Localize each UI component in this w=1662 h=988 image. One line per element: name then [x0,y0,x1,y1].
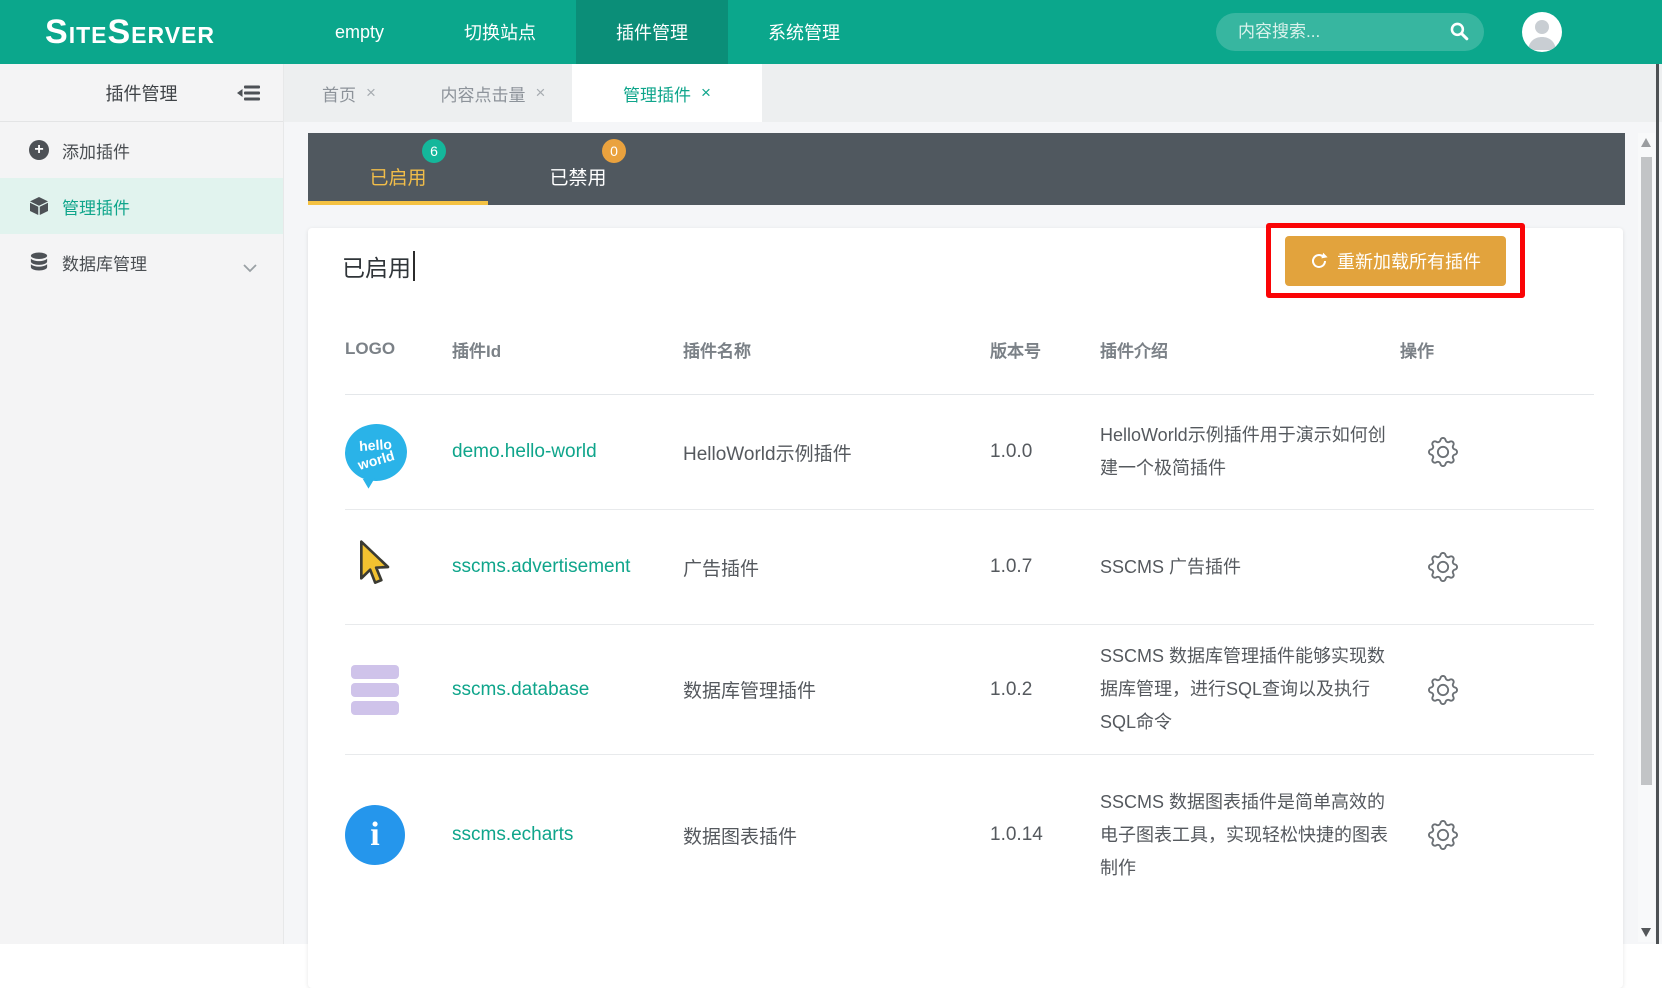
panel-title: 已启用 [342,249,415,283]
topbar: SITESERVER empty 切换站点 插件管理 系统管理 [0,0,1662,64]
chevron-down-icon[interactable] [243,258,257,278]
plugin-id-link[interactable]: sscms.advertisement [452,556,630,577]
plugin-state-tabs: 已启用 6 已禁用 0 [308,133,1625,205]
top-nav: empty 切换站点 插件管理 系统管理 [295,0,880,64]
disabled-count-badge: 0 [602,139,626,163]
plugin-id-link[interactable]: sscms.database [452,679,589,700]
content-area: 已启用 6 已禁用 0 已启用 [284,133,1662,955]
stacked-bars-logo [351,665,399,715]
scroll-down-arrow-icon[interactable] [1641,928,1651,937]
sidebar-item-database-management[interactable]: 数据库管理 [0,234,283,290]
plugin-name: HelloWorld示例插件 [683,439,990,466]
sidebar-item-add-plugin[interactable]: + 添加插件 [0,122,283,178]
col-header-version: 版本号 [990,337,1100,362]
plugin-version: 1.0.0 [990,441,1100,463]
tab-disabled[interactable]: 已禁用 0 [488,133,668,205]
page-tabbar: 首页 × 内容点击量 × 管理插件 × [284,64,1662,122]
scrollbar-thumb[interactable] [1641,157,1652,785]
plus-circle-icon: + [28,140,50,160]
info-circle-logo: i [345,805,405,865]
close-icon[interactable]: × [701,83,711,103]
plugin-description: SSCMS 数据图表插件是简单高效的电子图表工具，实现轻松快捷的图表制作 [1100,786,1400,885]
tab-content-clicks[interactable]: 内容点击量 × [414,64,572,122]
enabled-count-badge: 6 [422,139,446,163]
red-annotation-box: 重新加载所有插件 [1266,223,1525,298]
sidebar-title: 插件管理 [106,80,178,106]
col-header-logo: LOGO [345,339,452,359]
siteserver-logo: SITESERVER [45,15,215,49]
col-header-plugin-name: 插件名称 [683,337,990,362]
scroll-up-arrow-icon[interactable] [1641,138,1651,147]
active-tab-underline [308,201,488,205]
table-row: sscms.advertisement 广告插件 1.0.7 SSCMS 广告插… [345,510,1594,625]
col-header-plugin-id: 插件Id [452,337,683,362]
plugin-id-link[interactable]: demo.hello-world [452,441,597,462]
gear-icon[interactable] [1428,675,1458,705]
enabled-plugins-card: 已启用 重新加载所有插件 LOGO 插件Id 插件名称 [308,228,1623,988]
tab-enabled[interactable]: 已启用 6 [308,133,488,205]
logo-text: S [45,15,69,49]
sidebar: 插件管理 + 添加插件 管理插件 [0,64,284,944]
gear-icon[interactable] [1428,820,1458,850]
reload-all-plugins-button[interactable]: 重新加载所有插件 [1285,236,1506,286]
user-avatar[interactable] [1522,12,1562,52]
search-input[interactable] [1216,13,1484,51]
plugin-name: 数据图表插件 [683,822,990,849]
plugin-name: 数据库管理插件 [683,676,990,703]
plugins-table: LOGO 插件Id 插件名称 版本号 插件介绍 操作 hello world [345,304,1594,915]
vertical-scrollbar[interactable] [1638,133,1655,942]
collapse-sidebar-icon[interactable] [237,84,261,107]
plugin-description: SSCMS 数据库管理插件能够实现数据库管理，进行SQL查询以及执行SQL命令 [1100,640,1400,739]
content-search [1216,13,1484,51]
close-icon[interactable]: × [536,83,546,103]
plugin-id-link[interactable]: sscms.echarts [452,824,573,845]
gear-icon[interactable] [1428,437,1458,467]
database-icon [28,252,50,272]
table-row: hello world demo.hello-world HelloWorld示… [345,395,1594,510]
nav-item-plugin-management[interactable]: 插件管理 [576,0,728,64]
plugin-version: 1.0.14 [990,824,1100,846]
cube-icon [28,196,50,216]
col-header-description: 插件介绍 [1100,337,1400,362]
nav-item-system-management[interactable]: 系统管理 [728,0,880,64]
plugin-version: 1.0.7 [990,556,1100,578]
tab-manage-plugins[interactable]: 管理插件 × [572,64,762,122]
table-header-row: LOGO 插件Id 插件名称 版本号 插件介绍 操作 [345,304,1594,395]
search-icon[interactable] [1449,21,1470,47]
window-edge [1656,64,1659,944]
col-header-actions: 操作 [1400,337,1594,362]
plugin-description: SSCMS 广告插件 [1100,551,1400,584]
table-row: i sscms.echarts 数据图表插件 1.0.14 SSCMS 数据图表… [345,755,1594,915]
person-icon [1522,12,1562,52]
hello-world-logo: hello world [343,421,409,482]
nav-item-switch-site[interactable]: 切换站点 [424,0,576,64]
sidebar-item-label: 数据库管理 [62,250,147,275]
plugin-version: 1.0.2 [990,679,1100,701]
sidebar-item-manage-plugins[interactable]: 管理插件 [0,178,283,234]
close-icon[interactable]: × [366,83,376,103]
plugin-description: HelloWorld示例插件用于演示如何创建一个极简插件 [1100,419,1400,485]
cursor-arrow-logo [353,539,393,596]
table-row: sscms.database 数据库管理插件 1.0.2 SSCMS 数据库管理… [345,625,1594,755]
main-area: 首页 × 内容点击量 × 管理插件 × 已启用 6 已禁用 0 [284,64,1662,944]
plugin-name: 广告插件 [683,554,990,581]
gear-icon[interactable] [1428,552,1458,582]
sidebar-item-label: 管理插件 [62,194,130,219]
sidebar-item-label: 添加插件 [62,138,130,163]
refresh-icon [1310,252,1328,270]
nav-item-empty[interactable]: empty [295,0,424,64]
text-caret [413,251,415,281]
tab-home[interactable]: 首页 × [284,64,414,122]
